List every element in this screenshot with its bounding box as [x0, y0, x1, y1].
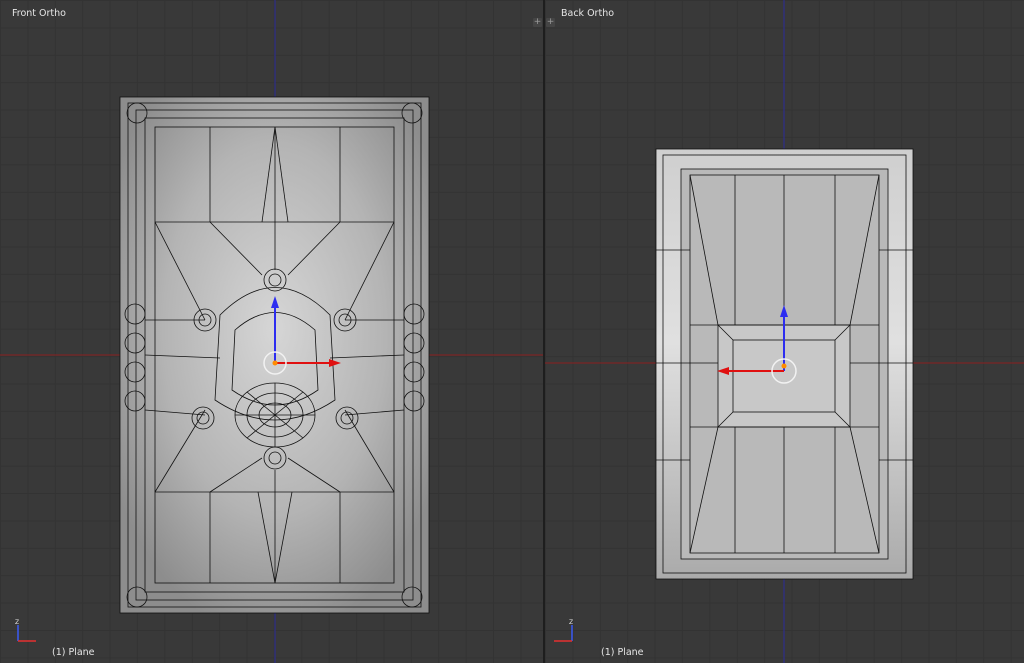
back-mesh-canvas[interactable] [545, 0, 1024, 663]
svg-text:Z: Z [15, 619, 19, 626]
viewport-title: Front Ortho [12, 8, 66, 19]
viewport-back-ortho[interactable]: Back Ortho + + Z (1) Plane [545, 0, 1024, 663]
viewport-front-ortho[interactable]: Front Ortho + Z (1) Plane [0, 0, 543, 663]
front-mesh-canvas[interactable] [0, 0, 543, 663]
axis-gizmo-icon: Z [554, 619, 573, 642]
active-object-label: (1) Plane [52, 647, 95, 658]
viewport-title: Back Ortho [561, 8, 615, 19]
split-viewport-button[interactable]: + [546, 18, 555, 27]
split-viewport-button[interactable]: + [533, 18, 542, 27]
svg-text:Z: Z [569, 619, 573, 626]
axis-gizmo-icon: Z [15, 619, 36, 642]
active-object-label: (1) Plane [601, 647, 644, 658]
